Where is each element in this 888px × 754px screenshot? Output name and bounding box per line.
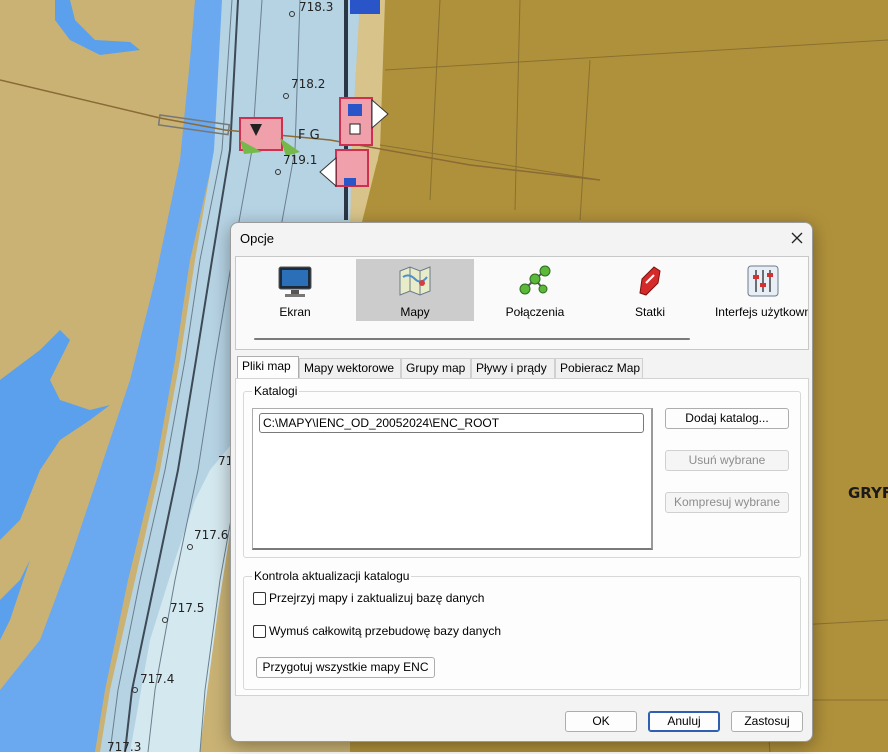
catalog-update-group-label: Kontrola aktualizacji katalogu: [252, 569, 412, 583]
ok-button[interactable]: OK: [565, 711, 637, 732]
catalogs-group-label: Katalogi: [252, 384, 300, 398]
depth-label: 719.1: [283, 153, 318, 167]
tab-grupy-map[interactable]: Grupy map: [401, 358, 471, 378]
options-category-toolbar: Ekran Mapy Połączenia Statki Interfejs u…: [235, 256, 809, 350]
toolbar-scrollbar[interactable]: [254, 338, 690, 340]
map-icon: [399, 266, 431, 296]
close-button[interactable]: [783, 225, 811, 251]
depth-label: 717.4: [140, 672, 175, 686]
remove-selected-button[interactable]: Usuń wybrane: [665, 450, 789, 471]
scan-maps-label[interactable]: Przejrzyj mapy i zaktualizuj bazę danych: [269, 591, 484, 605]
prepare-all-enc-button[interactable]: Przygotuj wszystkie mapy ENC: [256, 657, 435, 678]
depth-label: 717.5: [170, 601, 205, 615]
tab-pobieracz-map[interactable]: Pobieracz Map: [555, 358, 643, 378]
toolbar-item-label: Mapy: [400, 305, 430, 319]
force-rebuild-label[interactable]: Wymuś całkowitą przebudowę bazy danych: [269, 624, 501, 638]
ship-icon: [639, 266, 661, 296]
tab-pliki-map[interactable]: Pliki map: [237, 356, 299, 378]
tab-mapy-wektorowe[interactable]: Mapy wektorowe: [299, 358, 401, 378]
add-catalog-button[interactable]: Dodaj katalog...: [665, 408, 789, 429]
toolbar-item-label: Statki: [634, 305, 665, 319]
sliders-icon: [747, 265, 779, 297]
tab-plywy-i-prady[interactable]: Pływy i prądy: [471, 358, 555, 378]
apply-button[interactable]: Zastosuj: [731, 711, 803, 732]
cancel-button[interactable]: Anuluj: [648, 711, 720, 732]
place-label: GRYF: [848, 484, 888, 502]
connections-icon: [519, 265, 551, 295]
catalog-list-item[interactable]: C:\MAPY\IENC_OD_20052024\ENC_ROOT: [259, 413, 644, 433]
dialog-title: Opcje: [240, 231, 274, 246]
toolbar-item-statki[interactable]: Statki: [591, 259, 709, 321]
toolbar-item-mapy[interactable]: Mapy: [356, 259, 474, 321]
toolbar-item-ekran[interactable]: Ekran: [236, 259, 354, 321]
force-rebuild-checkbox[interactable]: [253, 625, 266, 638]
depth-label: 718.3: [299, 0, 334, 14]
monitor-icon: [278, 266, 312, 297]
toolbar-item-label: Interfejs użytkown: [714, 305, 809, 319]
toolbar-item-label: Połączenia: [505, 305, 565, 319]
depth-label: 718.2: [291, 77, 326, 91]
compress-selected-button[interactable]: Kompresuj wybrane: [665, 492, 789, 513]
toolbar-item-polaczenia[interactable]: Połączenia: [476, 259, 594, 321]
toolbar-item-label: Ekran: [279, 305, 311, 319]
scan-maps-checkbox[interactable]: [253, 592, 266, 605]
toolbar-item-interfejs[interactable]: Interfejs użytkown: [708, 259, 809, 321]
catalog-list[interactable]: C:\MAPY\IENC_OD_20052024\ENC_ROOT: [252, 408, 653, 550]
light-label: F G: [298, 128, 320, 143]
depth-label: 717.6: [194, 528, 229, 542]
close-icon: [791, 232, 803, 244]
options-dialog: Opcje Ekran Mapy Połączenia Statki Inter…: [230, 222, 813, 742]
